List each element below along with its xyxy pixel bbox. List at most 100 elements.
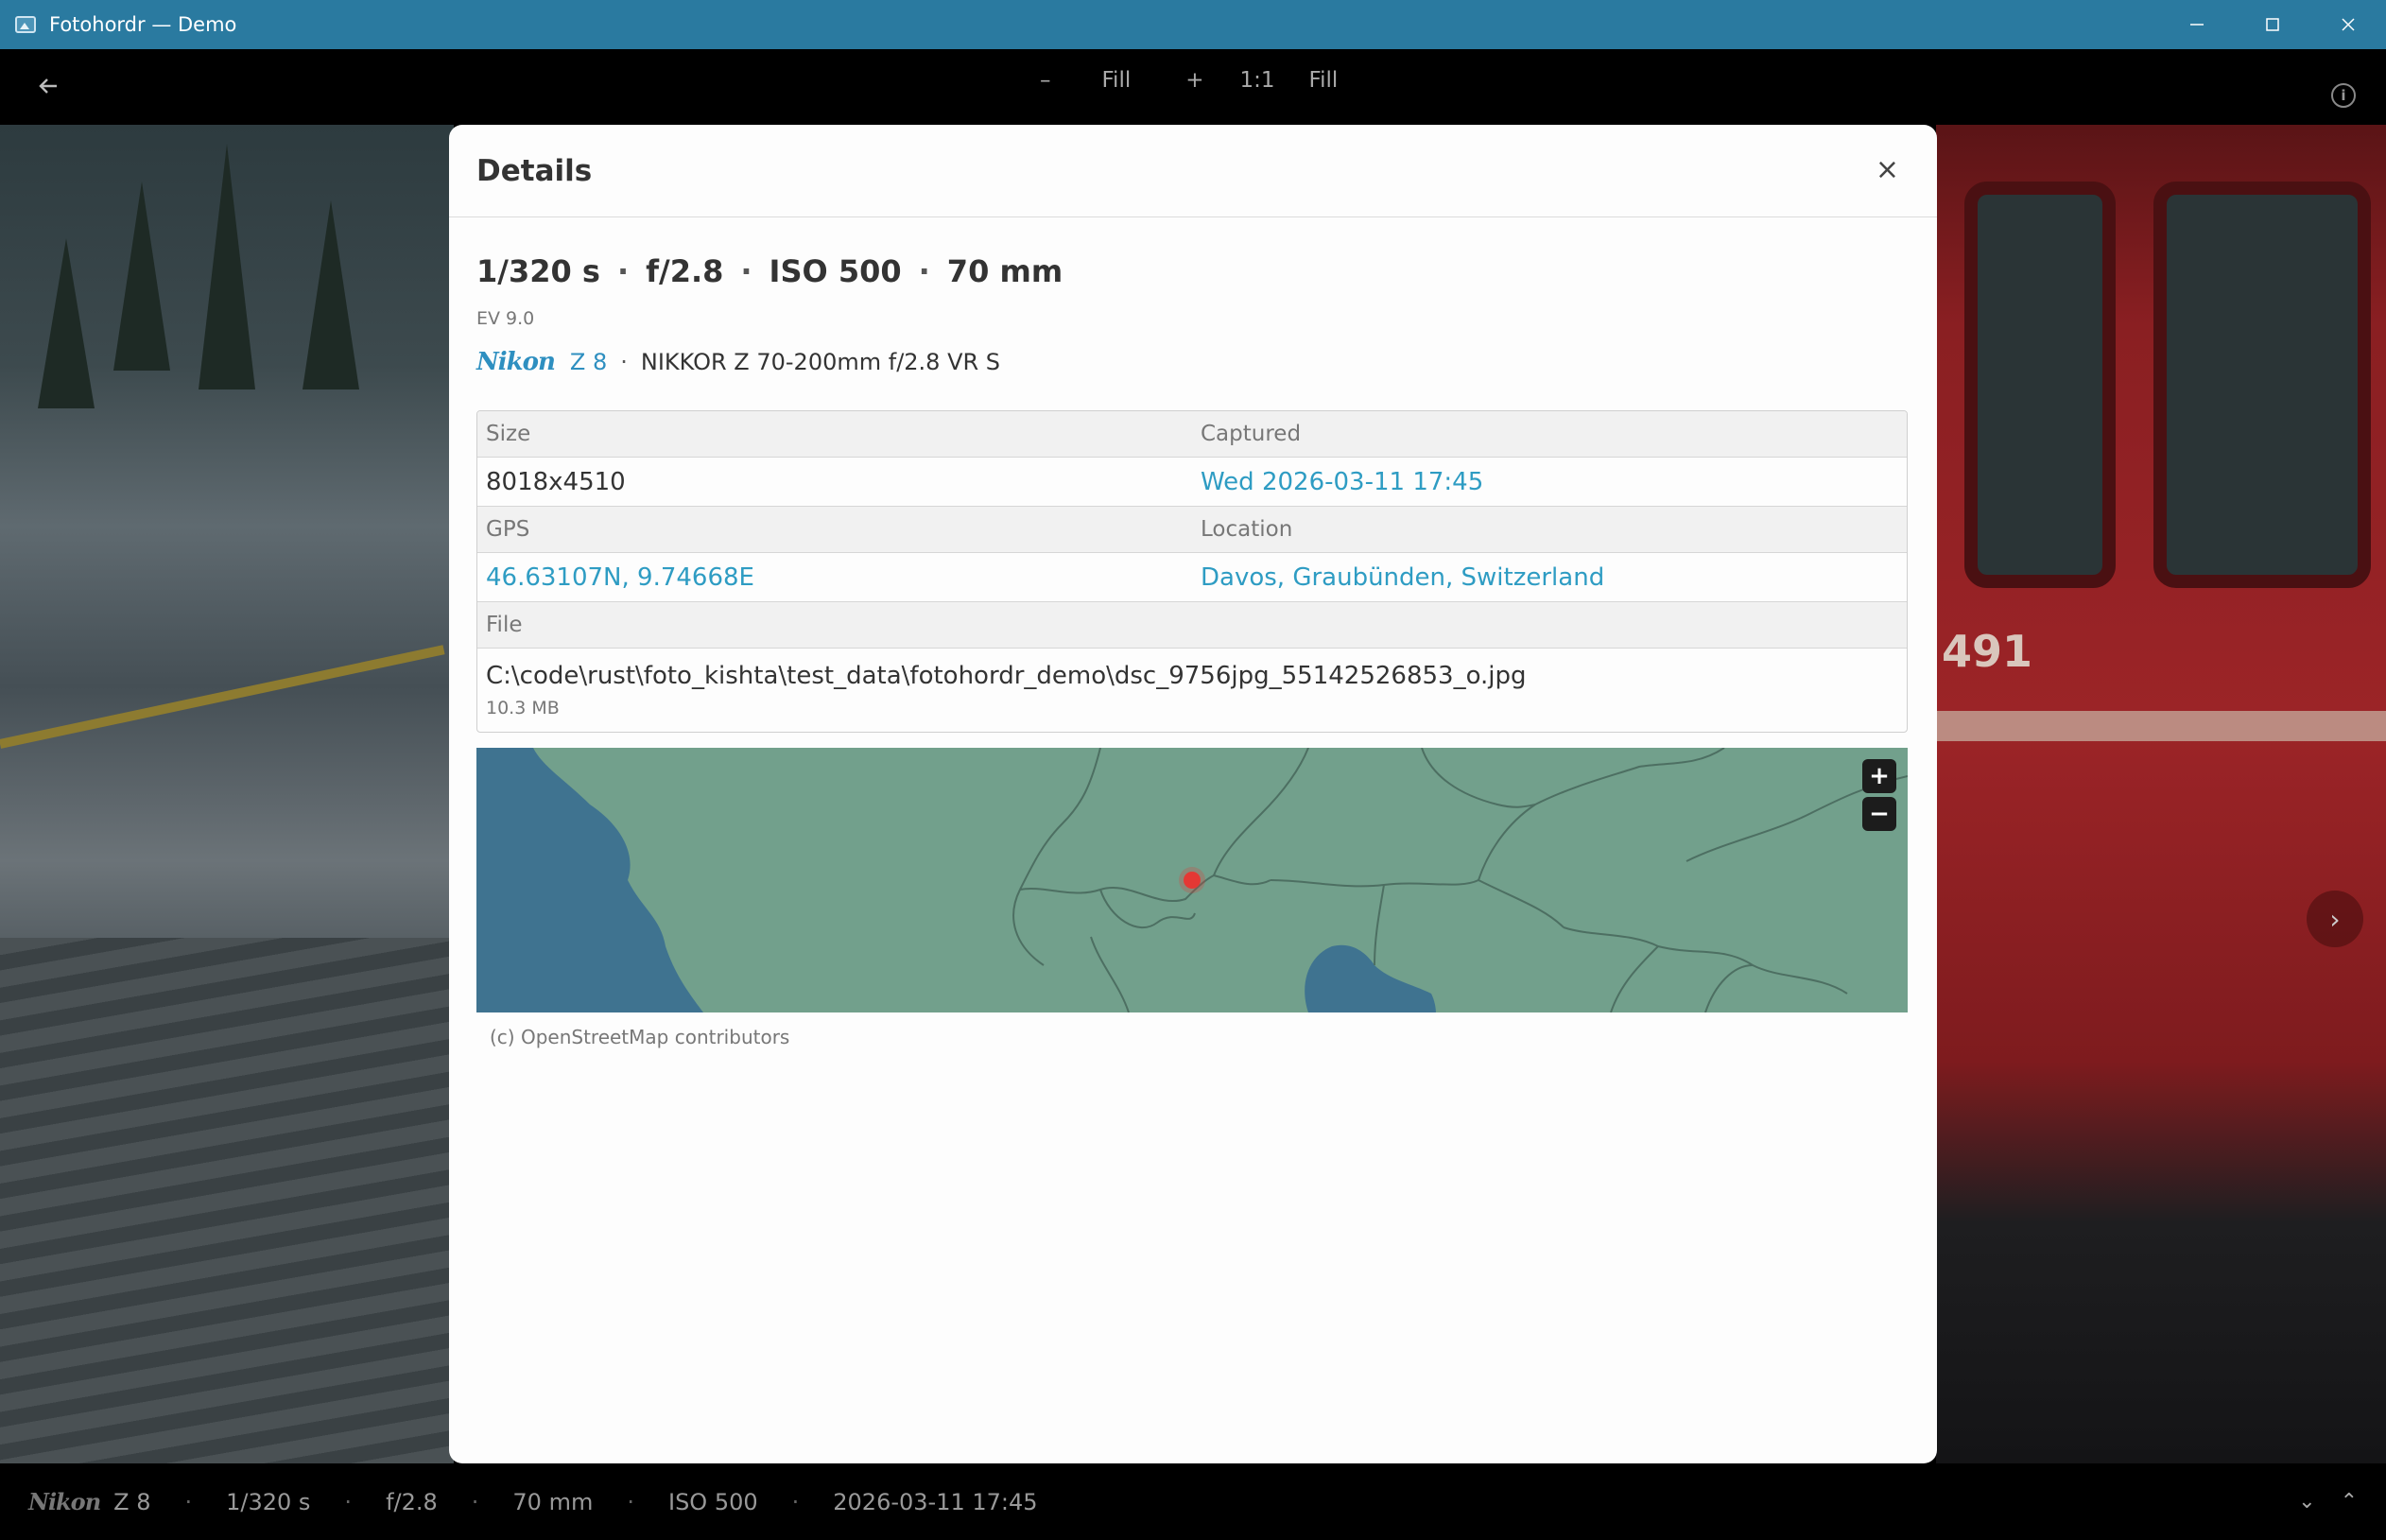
map-border bbox=[1012, 889, 1045, 966]
separator: · bbox=[918, 253, 930, 289]
separator: · bbox=[740, 253, 752, 289]
map-water bbox=[1305, 944, 1436, 1012]
captured-date-link[interactable]: Wed 2026-03-11 17:45 bbox=[1192, 458, 1907, 506]
table-row: File bbox=[477, 602, 1907, 649]
maximize-button[interactable] bbox=[2235, 0, 2310, 49]
map-zoom-out-button[interactable]: − bbox=[1862, 797, 1896, 831]
shutter-speed: 1/320 s bbox=[226, 1488, 311, 1515]
dialog-close-button[interactable]: × bbox=[1876, 153, 1899, 186]
map-border bbox=[1563, 926, 1848, 995]
file-label: File bbox=[486, 613, 523, 637]
table-row: Size Captured bbox=[477, 411, 1907, 458]
map-tiles bbox=[476, 748, 1908, 1012]
map-border bbox=[1090, 936, 1130, 1012]
map-water bbox=[476, 748, 703, 1012]
capture-datetime: 2026-03-11 17:45 bbox=[833, 1488, 1038, 1515]
viewer-toolbar: – Fill + 1:1 Fill i bbox=[0, 49, 2386, 125]
railing-shape bbox=[0, 645, 445, 749]
location-map[interactable]: + − bbox=[476, 748, 1908, 1012]
table-row: 8018x4510 Wed 2026-03-11 17:45 bbox=[477, 458, 1907, 507]
separator: · bbox=[616, 253, 630, 289]
window-controls bbox=[2159, 0, 2386, 49]
map-attribution: (c) OpenStreetMap contributors bbox=[490, 1026, 790, 1048]
map-border bbox=[1421, 748, 1536, 808]
bar-toggle-controls: ⌄ ⌃ bbox=[2298, 1490, 2358, 1514]
table-row: C:\code\rust\foto_kishta\test_data\fotoh… bbox=[477, 649, 1907, 732]
location-marker-halo bbox=[1179, 867, 1205, 893]
separator: · bbox=[344, 1488, 353, 1515]
map-zoom-in-button[interactable]: + bbox=[1862, 759, 1896, 793]
train-number: 491 bbox=[1942, 626, 2033, 677]
map-border bbox=[1213, 748, 1309, 876]
lens-name: NIKKOR Z 70-200mm f/2.8 VR S bbox=[640, 349, 1001, 375]
map-border bbox=[1610, 945, 1659, 1012]
file-path: C:\code\rust\foto_kishta\test_data\fotoh… bbox=[486, 662, 1527, 690]
separator: · bbox=[620, 349, 628, 375]
iso: ISO 500 bbox=[769, 253, 902, 289]
map-border bbox=[1478, 879, 1565, 928]
location-label: Location bbox=[1201, 517, 1293, 542]
details-table: Size Captured 8018x4510 Wed 2026-03-11 1… bbox=[476, 410, 1908, 733]
exposure-value: EV 9.0 bbox=[476, 308, 535, 329]
gps-label: GPS bbox=[486, 517, 530, 542]
photo-right-side: 491 bbox=[1936, 125, 2386, 1463]
map-border bbox=[1270, 879, 1479, 888]
dialog-header: Details × bbox=[449, 125, 1937, 217]
separator: · bbox=[627, 1488, 634, 1515]
tree-shape bbox=[303, 200, 359, 389]
shutter-speed: 1/320 s bbox=[476, 253, 600, 289]
camera-brand-logo: Nikon bbox=[476, 348, 556, 376]
fill-button-left[interactable]: Fill bbox=[1102, 68, 1132, 93]
camera-info: Nikon Z 8 · NIKKOR Z 70-200mm f/2.8 VR S bbox=[476, 348, 1910, 376]
exposure-summary: 1/320 s · f/2.8 · ISO 500 · 70 mm bbox=[476, 253, 1910, 289]
size-label: Size bbox=[486, 422, 531, 446]
title-bar: Fotohordr — Demo bbox=[0, 0, 2386, 49]
details-dialog: Details × 1/320 s · f/2.8 · ISO 500 · 70… bbox=[449, 125, 1937, 1463]
next-photo-button[interactable]: › bbox=[2307, 891, 2363, 947]
close-window-button[interactable] bbox=[2310, 0, 2386, 49]
zoom-in-button[interactable]: + bbox=[1185, 68, 1203, 93]
minus-icon: − bbox=[1869, 800, 1890, 828]
plus-icon: + bbox=[1869, 762, 1890, 790]
minimize-icon bbox=[2190, 24, 2204, 26]
table-row: GPS Location bbox=[477, 507, 1907, 553]
train-stripe bbox=[1936, 711, 2386, 741]
zoom-controls: – Fill + 1:1 Fill bbox=[1040, 68, 1338, 93]
zoom-out-button[interactable]: – bbox=[1040, 68, 1051, 93]
focal-length: 70 mm bbox=[946, 253, 1063, 289]
app-icon bbox=[15, 16, 36, 33]
separator: · bbox=[184, 1488, 193, 1515]
one-to-one-button[interactable]: 1:1 bbox=[1240, 68, 1275, 93]
deck-shape bbox=[0, 938, 454, 1463]
map-border bbox=[1704, 964, 1754, 1012]
train-window bbox=[2153, 182, 2371, 588]
file-size: 10.3 MB bbox=[486, 698, 560, 718]
train-window bbox=[1964, 182, 2116, 588]
maximize-icon bbox=[2266, 18, 2279, 31]
camera-model: Z 8 bbox=[113, 1488, 151, 1515]
minimize-button[interactable] bbox=[2159, 0, 2235, 49]
aperture: f/2.8 bbox=[646, 253, 724, 289]
dialog-body: 1/320 s · f/2.8 · ISO 500 · 70 mm EV 9.0… bbox=[449, 253, 1937, 1048]
window-title: Fotohordr — Demo bbox=[49, 13, 237, 36]
fill-button-right[interactable]: Fill bbox=[1309, 68, 1339, 93]
back-button[interactable] bbox=[32, 70, 64, 102]
tree-shape bbox=[38, 238, 95, 408]
iso: ISO 500 bbox=[667, 1488, 758, 1515]
camera-model-link[interactable]: Z 8 bbox=[570, 349, 607, 375]
separator: · bbox=[791, 1488, 800, 1515]
camera-brand-logo: Nikon bbox=[28, 1488, 101, 1515]
map-border bbox=[1374, 884, 1385, 966]
photo-left-side bbox=[0, 125, 454, 1463]
chevron-right-icon: › bbox=[2329, 903, 2341, 935]
info-icon: i bbox=[2341, 87, 2346, 104]
captured-label: Captured bbox=[1201, 422, 1302, 446]
dialog-title: Details bbox=[476, 153, 593, 188]
focal-length: 70 mm bbox=[512, 1488, 594, 1515]
chevron-down-icon[interactable]: ⌄ bbox=[2298, 1490, 2315, 1514]
map-border bbox=[1019, 874, 1271, 902]
gps-coordinates-link[interactable]: 46.63107N, 9.74668E bbox=[477, 553, 1192, 601]
chevron-up-icon[interactable]: ⌃ bbox=[2341, 1490, 2358, 1514]
location-link[interactable]: Davos, Graubünden, Switzerland bbox=[1192, 553, 1907, 601]
info-button[interactable]: i bbox=[2331, 83, 2356, 108]
